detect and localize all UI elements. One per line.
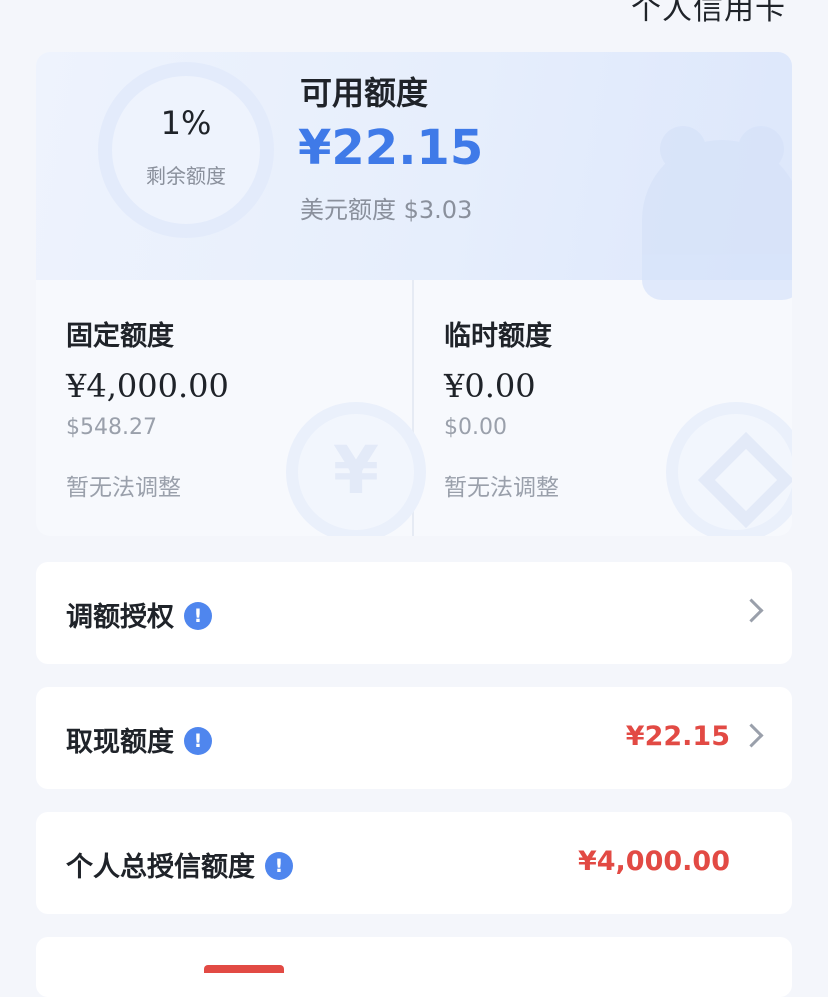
remaining-label: 剩余额度 <box>146 164 226 188</box>
usd-available: 美元额度 $3.03 <box>300 196 473 224</box>
chevron-right-icon <box>739 598 764 623</box>
summary-panel: 1% 剩余额度 可用额度 ¥22.15 美元额度 $3.03 <box>36 52 792 300</box>
row-total-credit[interactable]: 个人总授信额度! ¥4,000.00 <box>36 812 792 914</box>
remaining-ring <box>98 62 274 238</box>
chevron-right-icon <box>739 723 764 748</box>
row-partial[interactable] <box>36 937 792 997</box>
temporary-quota: 临时额度 ¥0.00 $0.00 暂无法调整 <box>444 314 784 502</box>
row-label: 调额授权 <box>66 602 174 633</box>
red-badge <box>204 965 284 973</box>
fixed-quota: 固定额度 ¥4,000.00 $548.27 暂无法调整 <box>66 314 406 502</box>
row-label: 个人总授信额度 <box>66 852 255 883</box>
temporary-quota-title: 临时额度 <box>444 321 552 352</box>
remaining-percent: 1% <box>160 104 212 142</box>
temporary-quota-note: 暂无法调整 <box>444 475 559 501</box>
info-icon[interactable]: ! <box>184 726 212 755</box>
bear-decoration-icon <box>642 126 792 300</box>
credit-summary-card: 1% 剩余额度 可用额度 ¥22.15 美元额度 $3.03 ¥ 固定额度 ¥4… <box>36 52 792 536</box>
page-title: 个人信用卡 <box>631 0 786 27</box>
fixed-quota-note: 暂无法调整 <box>66 475 181 501</box>
fixed-quota-usd: $548.27 <box>66 415 157 440</box>
available-title: 可用额度 <box>300 74 429 112</box>
info-icon[interactable]: ! <box>265 851 293 880</box>
fixed-quota-amount: ¥4,000.00 <box>66 367 229 405</box>
cash-limit-value: ¥22.15 <box>625 721 730 752</box>
available-amount: ¥22.15 <box>298 120 484 176</box>
temporary-quota-amount: ¥0.00 <box>444 367 536 405</box>
fixed-quota-title: 固定额度 <box>66 321 174 352</box>
row-limit-authorization[interactable]: 调额授权! <box>36 562 792 664</box>
info-icon[interactable]: ! <box>184 601 212 630</box>
row-cash-limit[interactable]: 取现额度! ¥22.15 <box>36 687 792 789</box>
row-label: 取现额度 <box>66 727 174 758</box>
total-credit-value: ¥4,000.00 <box>577 846 730 877</box>
temporary-quota-usd: $0.00 <box>444 415 507 440</box>
